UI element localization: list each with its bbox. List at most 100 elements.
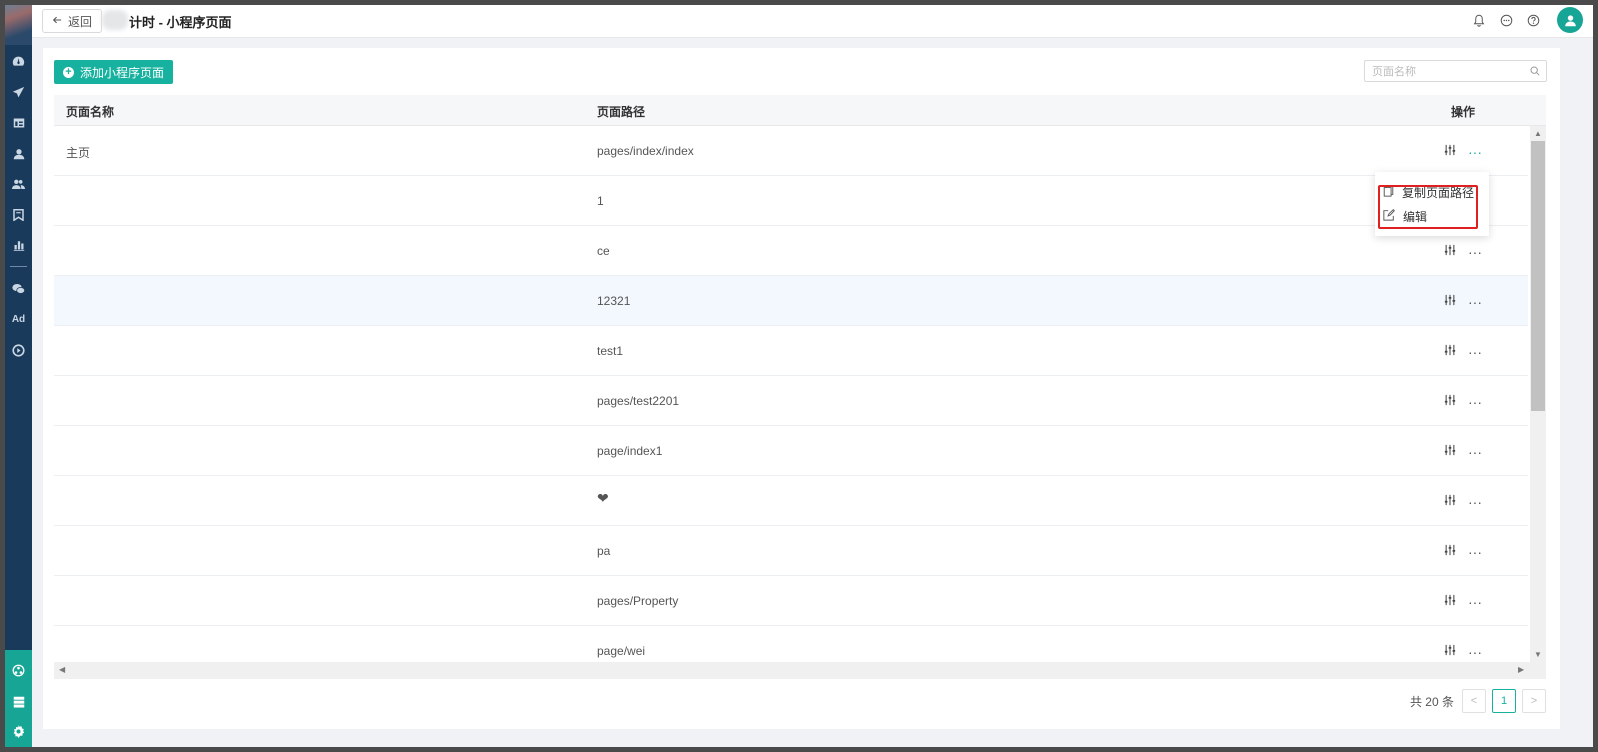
more-icon[interactable]: ··· xyxy=(1468,345,1482,359)
add-page-label: 添加小程序页面 xyxy=(80,65,165,80)
page-path-cell: page/wei xyxy=(597,644,646,658)
row-actions: ··· xyxy=(1444,494,1482,509)
layout-icon[interactable] xyxy=(9,113,28,132)
help-icon[interactable] xyxy=(1525,12,1541,28)
arrow-left-icon xyxy=(52,14,62,28)
back-button-label: 返回 xyxy=(68,14,93,29)
sliders-icon[interactable] xyxy=(1444,144,1456,159)
scroll-down-arrow-icon[interactable]: ▼ xyxy=(1534,650,1542,659)
play-icon[interactable] xyxy=(9,341,28,360)
column-header-ops: 操作 xyxy=(1451,105,1476,119)
more-icon[interactable]: ··· xyxy=(1468,595,1482,609)
page-path-cell: test1 xyxy=(597,344,624,358)
back-button[interactable]: 返回 xyxy=(42,9,103,33)
bell-icon[interactable] xyxy=(1471,12,1487,28)
table-row: pages/Property ··· xyxy=(54,576,1528,626)
page-path-cell: ce xyxy=(597,244,610,258)
search-box xyxy=(1364,60,1547,82)
more-icon[interactable]: ··· xyxy=(1468,145,1482,159)
table-row: page/index1 ··· xyxy=(54,426,1528,476)
server-icon[interactable] xyxy=(9,692,28,711)
sliders-icon[interactable] xyxy=(1444,344,1456,359)
main-content: + 添加小程序页面 页面名称 页面路径 操作 主页 pages/index/in… xyxy=(43,48,1560,729)
pagination: 共 20 条 < 1 > xyxy=(1410,689,1546,713)
more-icon[interactable]: ··· xyxy=(1468,645,1482,659)
bar-chart-icon[interactable] xyxy=(9,235,28,254)
row-actions: ··· xyxy=(1444,244,1482,259)
row-actions: ··· xyxy=(1444,444,1482,459)
sliders-icon[interactable] xyxy=(1444,394,1456,409)
more-icon[interactable]: ··· xyxy=(1468,445,1482,459)
sliders-icon[interactable] xyxy=(1444,644,1456,659)
users-icon[interactable] xyxy=(9,174,28,193)
search-icon[interactable] xyxy=(1530,65,1540,79)
search-input[interactable] xyxy=(1370,62,1524,82)
blurred-title-prefix xyxy=(102,10,128,30)
more-icon[interactable]: ··· xyxy=(1468,495,1482,509)
add-page-button[interactable]: + 添加小程序页面 xyxy=(54,60,174,84)
page-path-cell: pages/index/index xyxy=(597,144,694,158)
more-icon[interactable]: ··· xyxy=(1468,395,1482,409)
table-header: 页面名称 页面路径 操作 xyxy=(54,95,1546,126)
scroll-right-arrow-icon[interactable]: ▶ xyxy=(1518,665,1524,674)
page-name-cell: 主页 xyxy=(66,146,91,160)
table-row: ce ··· xyxy=(54,226,1528,276)
settings-icon[interactable] xyxy=(9,722,28,741)
vertical-scrollbar[interactable]: ▲ ▼ xyxy=(1530,126,1546,662)
table-row: pages/test2201 ··· xyxy=(54,376,1528,426)
bookmark-icon[interactable] xyxy=(9,205,28,224)
row-actions: ··· xyxy=(1444,544,1482,559)
network-icon[interactable] xyxy=(9,661,28,680)
sidebar-bottom xyxy=(5,650,32,747)
sliders-icon[interactable] xyxy=(1444,294,1456,309)
pages-table: 页面名称 页面路径 操作 主页 pages/index/index ··· 1 … xyxy=(54,95,1546,679)
page-title: 计时 - 小程序页面 xyxy=(129,15,232,30)
wechat-icon[interactable] xyxy=(9,279,28,298)
table-row: 12321 ··· xyxy=(54,276,1528,326)
row-actions: ··· xyxy=(1444,144,1482,159)
sliders-icon[interactable] xyxy=(1444,544,1456,559)
top-header: 返回 计时 - 小程序页面 xyxy=(32,5,1593,38)
ad-icon[interactable]: Ad xyxy=(9,310,28,329)
send-icon[interactable] xyxy=(9,83,28,102)
page-path-cell: pages/test2201 xyxy=(597,394,680,408)
page-path-cell: pages/Property xyxy=(597,594,679,608)
table-row: test1 ··· xyxy=(54,326,1528,376)
user-icon[interactable] xyxy=(9,144,28,163)
column-header-name: 页面名称 xyxy=(66,105,115,119)
page-path-cell: page/index1 xyxy=(597,444,663,458)
next-page-button[interactable]: > xyxy=(1522,689,1546,713)
table-row: ❤ ··· xyxy=(54,476,1528,526)
table-row: pa ··· xyxy=(54,526,1528,576)
row-actions: ··· xyxy=(1444,394,1482,409)
sliders-icon[interactable] xyxy=(1444,244,1456,259)
sidebar-divider xyxy=(10,266,27,267)
sliders-icon[interactable] xyxy=(1444,594,1456,609)
user-avatar[interactable] xyxy=(1557,7,1583,33)
more-icon[interactable]: ··· xyxy=(1468,245,1482,259)
scrollbar-thumb[interactable] xyxy=(1531,141,1545,411)
plus-circle-icon: + xyxy=(63,66,74,78)
row-actions: ··· xyxy=(1444,594,1482,609)
sidebar: Ad xyxy=(5,5,32,747)
page-number-button[interactable]: 1 xyxy=(1492,689,1516,713)
horizontal-scrollbar[interactable]: ◀ ▶ xyxy=(54,662,1546,679)
message-icon[interactable] xyxy=(1498,12,1514,28)
more-icon[interactable]: ··· xyxy=(1468,545,1482,559)
row-actions: ··· xyxy=(1444,644,1482,659)
more-icon[interactable]: ··· xyxy=(1468,295,1482,309)
red-highlight-annotation xyxy=(1378,185,1478,229)
sliders-icon[interactable] xyxy=(1444,444,1456,459)
app-logo xyxy=(5,5,32,45)
scroll-up-arrow-icon[interactable]: ▲ xyxy=(1534,129,1542,138)
prev-page-button[interactable]: < xyxy=(1462,689,1486,713)
sliders-icon[interactable] xyxy=(1444,494,1456,509)
table-row: 主页 pages/index/index ··· xyxy=(54,126,1528,176)
page-path-cell: pa xyxy=(597,544,611,558)
pagination-total: 共 20 条 xyxy=(1409,694,1454,709)
table-row: 1 ··· xyxy=(54,176,1528,226)
scroll-left-arrow-icon[interactable]: ◀ xyxy=(59,665,65,674)
table-body: 主页 pages/index/index ··· 1 ··· ce ··· 12… xyxy=(54,126,1528,676)
row-actions: ··· xyxy=(1444,344,1482,359)
dashboard-icon[interactable] xyxy=(9,52,28,71)
